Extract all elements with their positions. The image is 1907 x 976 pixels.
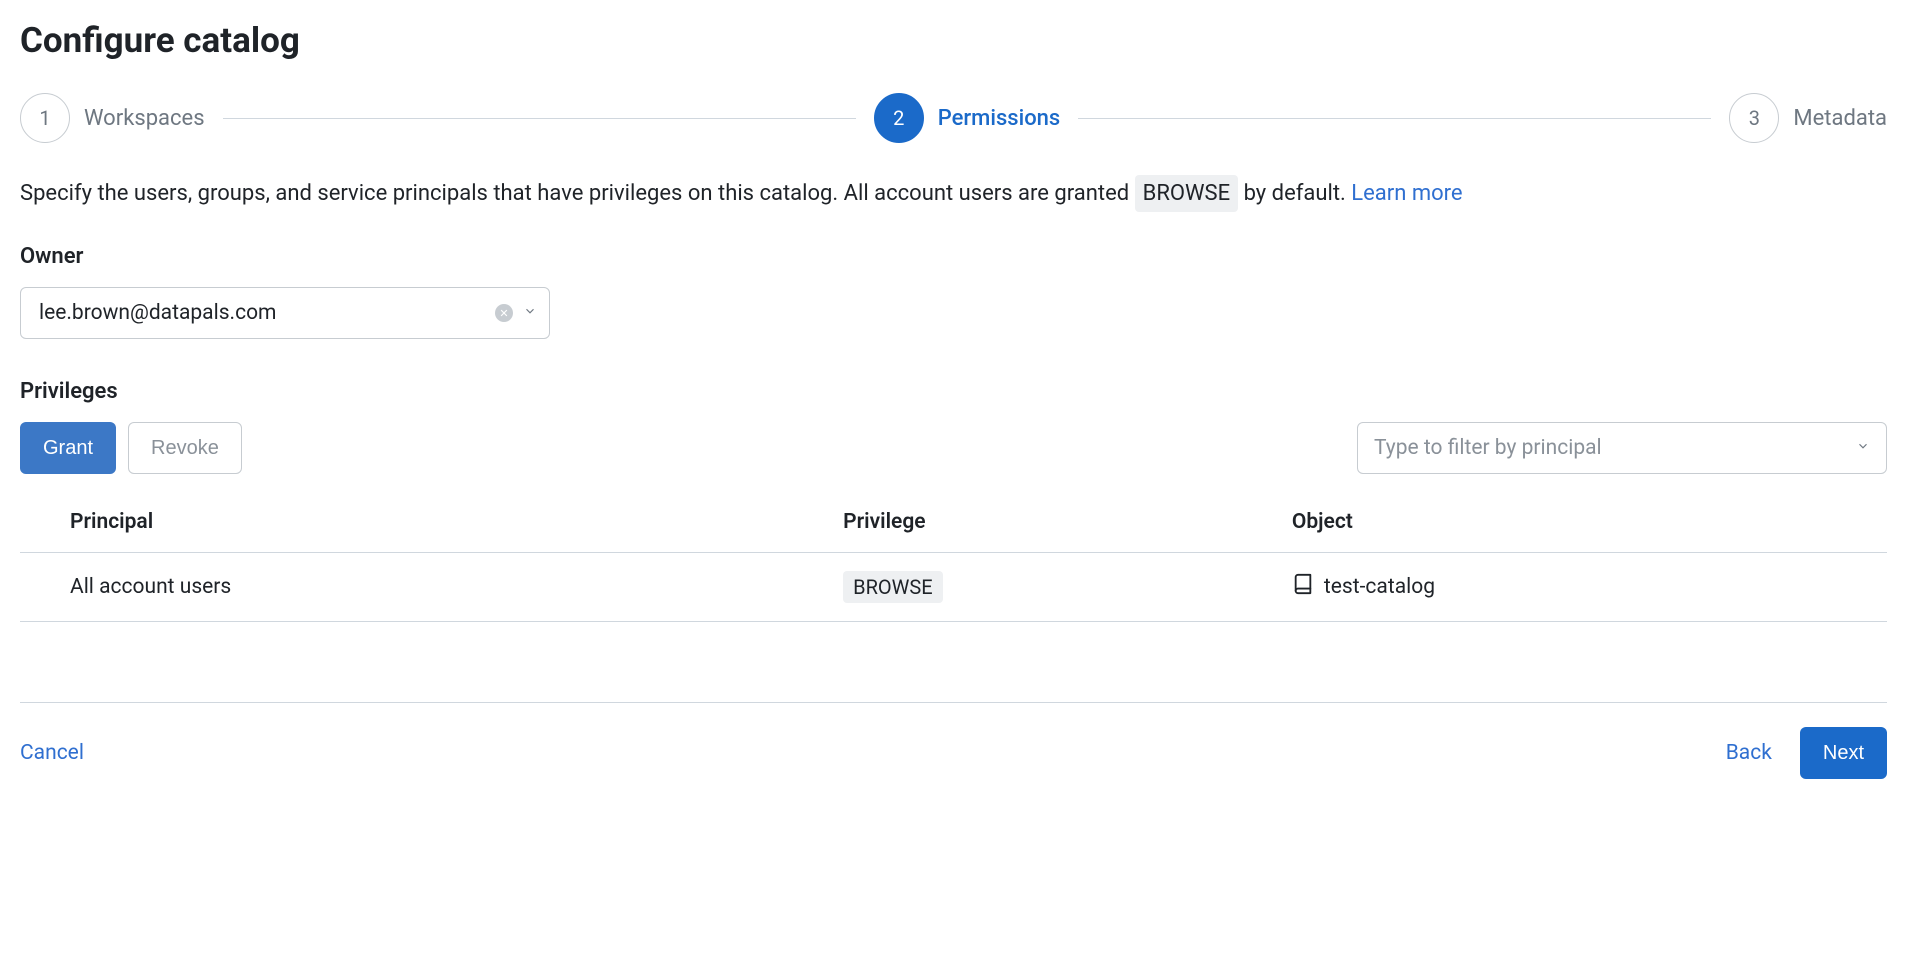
browse-badge: BROWSE: [1135, 175, 1238, 212]
back-button[interactable]: Back: [1726, 741, 1772, 765]
step-metadata[interactable]: 3 Metadata: [1729, 93, 1887, 143]
step-label: Permissions: [938, 106, 1061, 131]
step-workspaces[interactable]: 1 Workspaces: [20, 93, 205, 143]
step-number: 2: [874, 93, 924, 143]
stepper: 1 Workspaces 2 Permissions 3 Metadata: [20, 93, 1887, 143]
description-text: Specify the users, groups, and service p…: [20, 175, 1887, 212]
revoke-button[interactable]: Revoke: [128, 422, 242, 474]
privilege-badge: BROWSE: [843, 571, 943, 603]
privileges-label: Privileges: [20, 379, 1887, 404]
step-number: 3: [1729, 93, 1779, 143]
chevron-down-icon[interactable]: [1856, 439, 1870, 457]
learn-more-link[interactable]: Learn more: [1351, 181, 1462, 206]
owner-value: lee.brown@datapals.com: [39, 301, 276, 325]
table-row[interactable]: All account users BROWSE test-catalog: [20, 553, 1887, 622]
cell-principal: All account users: [20, 553, 831, 622]
privileges-toolbar: Grant Revoke Type to filter by principal: [20, 422, 1887, 474]
clear-icon[interactable]: ✕: [495, 304, 513, 322]
owner-label: Owner: [20, 244, 1887, 269]
step-permissions[interactable]: 2 Permissions: [874, 93, 1061, 143]
owner-select[interactable]: lee.brown@datapals.com ✕: [20, 287, 550, 339]
description-before: Specify the users, groups, and service p…: [20, 181, 1135, 206]
cancel-button[interactable]: Cancel: [20, 741, 84, 765]
catalog-icon: [1292, 573, 1314, 601]
page-title: Configure catalog: [20, 20, 1887, 61]
footer: Cancel Back Next: [20, 702, 1887, 779]
next-button[interactable]: Next: [1800, 727, 1887, 779]
cell-object: test-catalog: [1280, 553, 1887, 622]
cell-privilege: BROWSE: [831, 553, 1280, 622]
step-label: Workspaces: [84, 106, 205, 131]
step-number: 1: [20, 93, 70, 143]
object-name: test-catalog: [1324, 575, 1435, 599]
step-label: Metadata: [1793, 106, 1887, 131]
filter-principal-select[interactable]: Type to filter by principal: [1357, 422, 1887, 474]
col-privilege: Privilege: [831, 492, 1280, 553]
col-object: Object: [1280, 492, 1887, 553]
filter-placeholder: Type to filter by principal: [1374, 436, 1602, 460]
description-after: by default.: [1244, 181, 1352, 206]
chevron-down-icon[interactable]: [523, 304, 537, 322]
step-divider: [223, 118, 856, 119]
grant-button[interactable]: Grant: [20, 422, 116, 474]
step-divider: [1078, 118, 1711, 119]
privileges-table: Principal Privilege Object All account u…: [20, 492, 1887, 622]
col-principal: Principal: [20, 492, 831, 553]
